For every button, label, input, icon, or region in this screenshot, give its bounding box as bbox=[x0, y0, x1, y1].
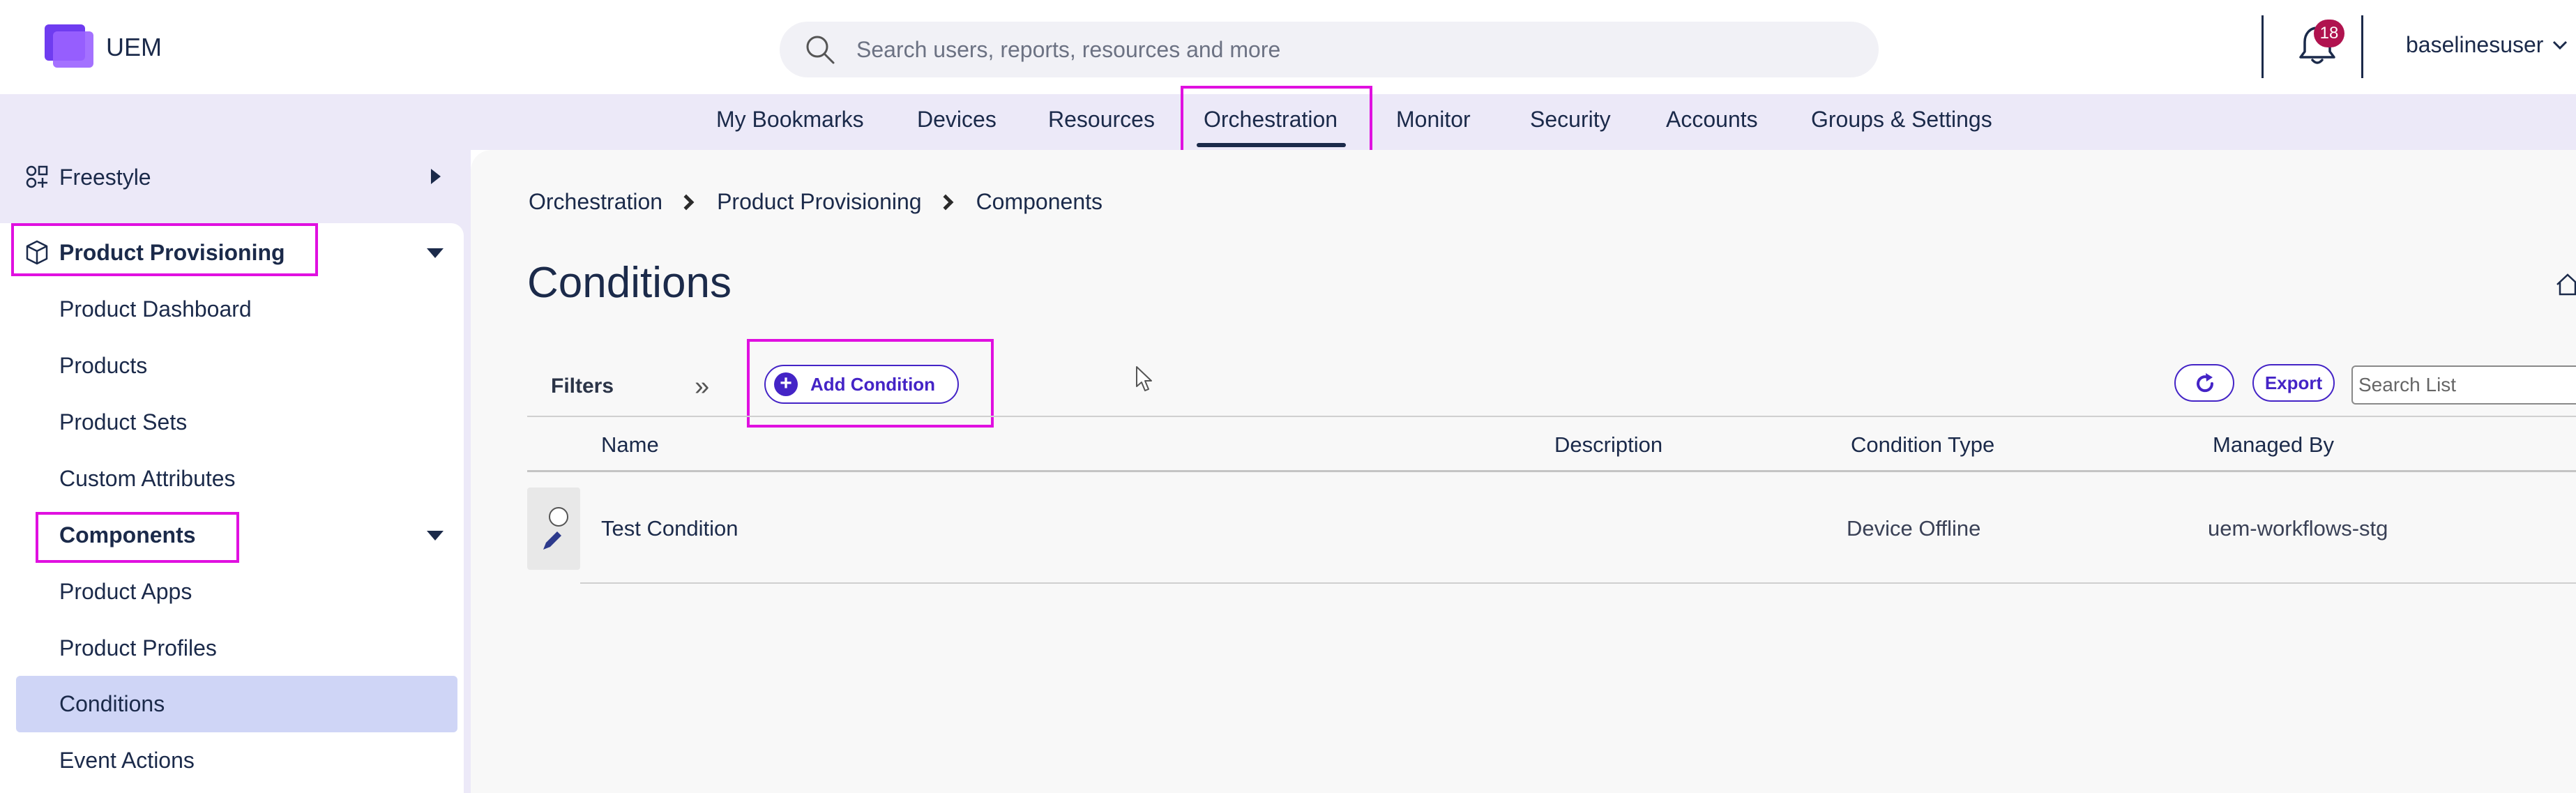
sidebar-item-product-profiles[interactable]: Product Profiles bbox=[59, 635, 217, 661]
row-condition-type: Device Offline bbox=[1847, 516, 1981, 541]
add-condition-button[interactable]: + Add Condition bbox=[764, 365, 959, 404]
column-header-description[interactable]: Description bbox=[1554, 432, 1662, 458]
row-managed-by: uem-workflows-stg bbox=[2208, 516, 2388, 541]
sidebar-item-product-sets[interactable]: Product Sets bbox=[59, 409, 187, 435]
export-button[interactable]: Export bbox=[2252, 364, 2335, 402]
sidebar-item-product-apps[interactable]: Product Apps bbox=[59, 579, 192, 605]
nav-groups-settings[interactable]: Groups & Settings bbox=[1811, 107, 1992, 133]
username-label: baselinesuser bbox=[2406, 32, 2544, 57]
nav-devices[interactable]: Devices bbox=[917, 107, 997, 133]
global-search-box[interactable] bbox=[780, 22, 1879, 77]
add-condition-label: Add Condition bbox=[810, 373, 936, 395]
sidebar-freestyle-label: Freestyle bbox=[59, 165, 151, 190]
list-search-input[interactable] bbox=[2351, 365, 2576, 405]
row-divider bbox=[580, 582, 2576, 584]
chevron-right-icon bbox=[937, 194, 953, 210]
nav-monitor[interactable]: Monitor bbox=[1396, 107, 1471, 133]
user-menu[interactable]: baselinesuser bbox=[2406, 32, 2568, 58]
expand-filters-icon[interactable]: ›› bbox=[695, 372, 709, 402]
nav-security[interactable]: Security bbox=[1530, 107, 1611, 133]
breadcrumb-product-provisioning[interactable]: Product Provisioning bbox=[717, 189, 921, 215]
nav-orchestration[interactable]: Orchestration bbox=[1204, 107, 1338, 133]
column-header-managed-by[interactable]: Managed By bbox=[2213, 432, 2334, 458]
breadcrumb-orchestration[interactable]: Orchestration bbox=[529, 189, 662, 215]
search-icon bbox=[806, 36, 835, 64]
nav-active-underline bbox=[1197, 143, 1346, 147]
chevron-down-icon bbox=[2553, 40, 2568, 50]
sidebar-product-provisioning-label: Product Provisioning bbox=[59, 240, 285, 265]
plus-circle-icon: + bbox=[774, 372, 798, 396]
refresh-icon bbox=[2197, 373, 2214, 393]
uem-logo-icon[interactable] bbox=[45, 24, 93, 68]
nav-my-bookmarks[interactable]: My Bookmarks bbox=[716, 107, 864, 133]
header-divider bbox=[2361, 15, 2363, 78]
app-name: UEM bbox=[106, 33, 162, 61]
sidebar-item-custom-attributes[interactable]: Custom Attributes bbox=[59, 466, 236, 492]
mouse-cursor-icon bbox=[1136, 366, 1152, 391]
box-icon bbox=[26, 240, 48, 265]
column-header-condition-type[interactable]: Condition Type bbox=[1851, 432, 1994, 458]
sidebar-item-event-actions[interactable]: Event Actions bbox=[59, 748, 195, 773]
chevron-right-icon bbox=[678, 194, 695, 210]
breadcrumb: Orchestration Product Provisioning Compo… bbox=[529, 189, 1103, 215]
filters-label[interactable]: Filters bbox=[551, 375, 614, 398]
nav-resources[interactable]: Resources bbox=[1048, 107, 1155, 133]
sidebar-item-conditions[interactable]: Conditions bbox=[59, 691, 165, 717]
global-search-input[interactable] bbox=[856, 22, 1847, 77]
breadcrumb-components[interactable]: Components bbox=[976, 189, 1103, 215]
top-header: UEM 18 baselinesuser bbox=[0, 0, 2576, 94]
refresh-button[interactable] bbox=[2174, 364, 2234, 402]
caret-down-icon bbox=[427, 531, 444, 541]
caret-right-icon bbox=[431, 169, 441, 184]
table-divider bbox=[527, 416, 2576, 417]
table-header-divider bbox=[527, 470, 2576, 472]
row-name-link[interactable]: Test Condition bbox=[601, 516, 738, 541]
sidebar-components-label: Components bbox=[59, 522, 196, 547]
nav-accounts[interactable]: Accounts bbox=[1666, 107, 1758, 133]
home-icon[interactable] bbox=[2555, 272, 2576, 297]
header-divider bbox=[2261, 15, 2264, 78]
column-header-name[interactable]: Name bbox=[601, 432, 659, 458]
main-nav: My Bookmarks Devices Resources Orchestra… bbox=[0, 94, 2576, 150]
sidebar-item-products[interactable]: Products bbox=[59, 353, 147, 379]
caret-down-icon bbox=[427, 248, 444, 258]
pencil-edit-icon[interactable] bbox=[540, 527, 566, 552]
row-select-radio[interactable] bbox=[549, 507, 568, 527]
freestyle-icon bbox=[26, 165, 48, 188]
page-title: Conditions bbox=[527, 259, 732, 307]
sidebar-item-product-dashboard[interactable]: Product Dashboard bbox=[59, 296, 252, 322]
notifications-badge: 18 bbox=[2314, 20, 2344, 47]
